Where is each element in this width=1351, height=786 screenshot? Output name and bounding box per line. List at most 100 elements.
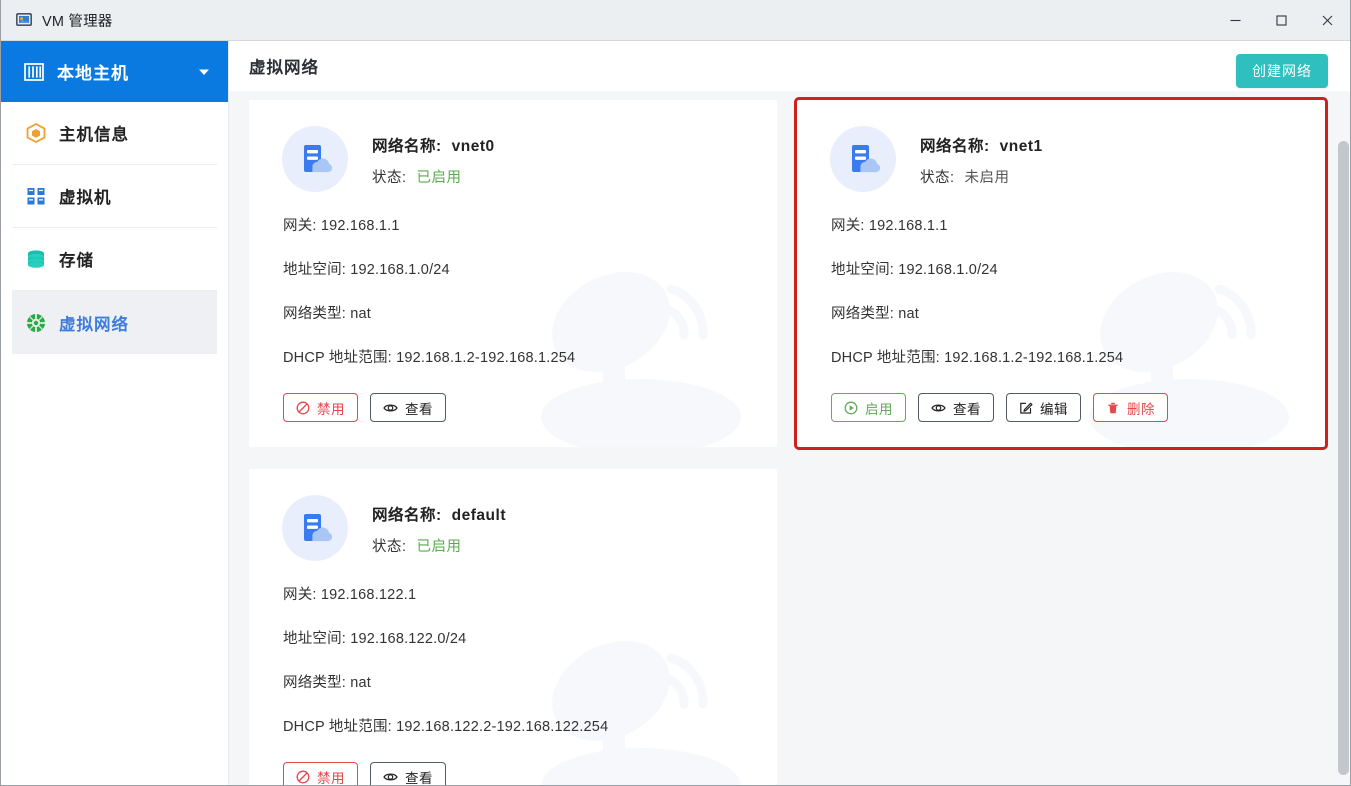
dhcp-range-label: DHCP 地址范围:	[283, 350, 392, 366]
status-badge: 未启用	[964, 169, 1010, 186]
network-state-row: 状态: 未启用	[920, 166, 1043, 187]
card-header-text: 网络名称: vnet1 状态: 未启用	[920, 132, 1043, 187]
dhcp-range-row: DHCP 地址范围: 192.168.122.2-192.168.122.254	[283, 715, 777, 736]
network-cloud-icon	[304, 145, 333, 173]
status-badge: 已启用	[416, 169, 462, 186]
network-type-row: 网络类型: nat	[283, 302, 777, 323]
card-details: 网关: 192.168.1.1 地址空间: 192.168.1.0/24 网络类…	[249, 192, 777, 367]
gateway-value: 192.168.1.1	[868, 218, 948, 234]
card-actions: 启用 查看 编辑 删除	[797, 390, 1325, 422]
play-circle-icon	[844, 401, 858, 414]
button-label: 启用	[865, 401, 893, 417]
network-state-row: 状态: 已启用	[372, 166, 495, 187]
vertical-scrollbar[interactable]	[1338, 93, 1349, 785]
network-card[interactable]: 网络名称: vnet0 状态: 已启用 网关: 192.168.1.1 地址空间…	[249, 100, 777, 447]
card-details: 网关: 192.168.122.1 地址空间: 192.168.122.0/24…	[249, 561, 777, 736]
window-title: VM 管理器	[42, 13, 113, 30]
host-selector[interactable]: 本地主机	[1, 41, 228, 102]
trash-icon	[1108, 402, 1118, 413]
dhcp-range-label: DHCP 地址范围:	[283, 719, 392, 735]
card-details: 网关: 192.168.1.1 地址空间: 192.168.1.0/24 网络类…	[797, 192, 1325, 367]
sidebar-item-storage[interactable]: 存储	[12, 228, 217, 291]
delete-button[interactable]: 删除	[1093, 393, 1168, 422]
disable-button[interactable]: 禁用	[283, 393, 358, 422]
sidebar-item-label: 存储	[59, 252, 94, 270]
gateway-row: 网关: 192.168.1.1	[831, 214, 1325, 235]
network-name-value: vnet0	[451, 137, 495, 155]
dhcp-range-row: DHCP 地址范围: 192.168.1.2-192.168.1.254	[831, 346, 1325, 367]
eye-icon	[383, 773, 398, 780]
network-card[interactable]: 网络名称: default 状态: 已启用 网关: 192.168.122.1	[249, 469, 777, 786]
sidebar-item-virtual-machines[interactable]: 虚拟机	[12, 165, 217, 228]
address-space-row: 地址空间: 192.168.1.0/24	[283, 258, 777, 279]
main-content: 虚拟网络 创建网络 网络名称: vnet0 状态: 已启用 网关: 192.16…	[229, 41, 1350, 786]
network-name-label: 网络名称:	[920, 137, 990, 155]
button-label: 查看	[405, 770, 433, 786]
network-type-row: 网络类型: nat	[831, 302, 1325, 323]
ban-icon	[296, 401, 310, 414]
network-state-label: 状态:	[372, 538, 407, 555]
gateway-value: 192.168.122.1	[320, 587, 417, 603]
monitor-icon	[16, 13, 32, 26]
button-label: 禁用	[317, 770, 345, 786]
network-cloud-icon	[852, 145, 881, 173]
avatar	[282, 126, 348, 192]
dhcp-range-value: 192.168.1.2-192.168.1.254	[944, 350, 1124, 366]
gateway-label: 网关:	[283, 218, 317, 234]
content-header: 虚拟网络 创建网络	[229, 41, 1350, 91]
sidebar-nav: 主机信息 虚拟机 存储 虚拟网络	[1, 102, 228, 354]
title-bar: VM 管理器	[1, 0, 1350, 41]
network-name-row: 网络名称: vnet0	[372, 134, 495, 156]
sidebar-item-host-info[interactable]: 主机信息	[12, 102, 217, 165]
dhcp-range-value: 192.168.122.2-192.168.122.254	[396, 719, 609, 735]
gateway-label: 网关:	[831, 218, 865, 234]
minimize-button[interactable]	[1212, 0, 1258, 41]
enable-button[interactable]: 启用	[831, 393, 906, 422]
gateway-value: 192.168.1.1	[320, 218, 400, 234]
maximize-button[interactable]	[1258, 0, 1304, 41]
address-space-value: 192.168.1.0/24	[350, 262, 450, 278]
network-type-value: nat	[350, 675, 372, 691]
avatar	[830, 126, 896, 192]
address-space-label: 地址空间:	[831, 262, 895, 278]
network-type-label: 网络类型:	[831, 306, 895, 322]
card-header: 网络名称: vnet0 状态: 已启用	[249, 126, 777, 192]
address-space-value: 192.168.1.0/24	[898, 262, 998, 278]
network-state-label: 状态:	[920, 169, 955, 186]
sidebar-item-label: 主机信息	[59, 126, 129, 144]
grid-icon	[27, 188, 45, 205]
create-network-button[interactable]: 创建网络	[1236, 54, 1328, 88]
card-header: 网络名称: default 状态: 已启用	[249, 495, 777, 561]
dhcp-range-row: DHCP 地址范围: 192.168.1.2-192.168.1.254	[283, 346, 777, 367]
button-label: 查看	[953, 401, 981, 417]
close-button[interactable]	[1304, 0, 1350, 41]
ban-icon	[296, 770, 310, 783]
network-type-label: 网络类型:	[283, 675, 347, 691]
avatar	[282, 495, 348, 561]
scrollbar-thumb[interactable]	[1338, 141, 1349, 775]
server-rack-icon	[24, 62, 44, 81]
network-name-label: 网络名称:	[372, 506, 442, 524]
address-space-label: 地址空间:	[283, 631, 347, 647]
network-card-selected[interactable]: 网络名称: vnet1 状态: 未启用 网关: 192.168.1.1 地址空间…	[794, 97, 1328, 450]
view-button[interactable]: 查看	[918, 393, 994, 422]
window-controls	[1212, 0, 1350, 41]
database-icon	[28, 250, 44, 268]
view-button[interactable]: 查看	[370, 393, 446, 422]
network-name-row: 网络名称: default	[372, 503, 506, 525]
network-state-label: 状态:	[372, 169, 407, 186]
dhcp-range-label: DHCP 地址范围:	[831, 350, 940, 366]
network-type-row: 网络类型: nat	[283, 671, 777, 692]
disable-button[interactable]: 禁用	[283, 762, 358, 786]
view-button[interactable]: 查看	[370, 762, 446, 786]
sidebar-item-virtual-network[interactable]: 虚拟网络	[12, 291, 217, 354]
gateway-row: 网关: 192.168.1.1	[283, 214, 777, 235]
gateway-label: 网关:	[283, 587, 317, 603]
edit-button[interactable]: 编辑	[1006, 393, 1081, 422]
sidebar: 本地主机 主机信息 虚拟机 存储 虚拟网络	[1, 41, 229, 785]
network-cloud-icon	[304, 514, 333, 542]
chevron-down-icon	[199, 69, 209, 75]
page-title: 虚拟网络	[249, 59, 319, 77]
card-actions: 禁用 查看	[249, 390, 777, 422]
dhcp-range-value: 192.168.1.2-192.168.1.254	[396, 350, 576, 366]
